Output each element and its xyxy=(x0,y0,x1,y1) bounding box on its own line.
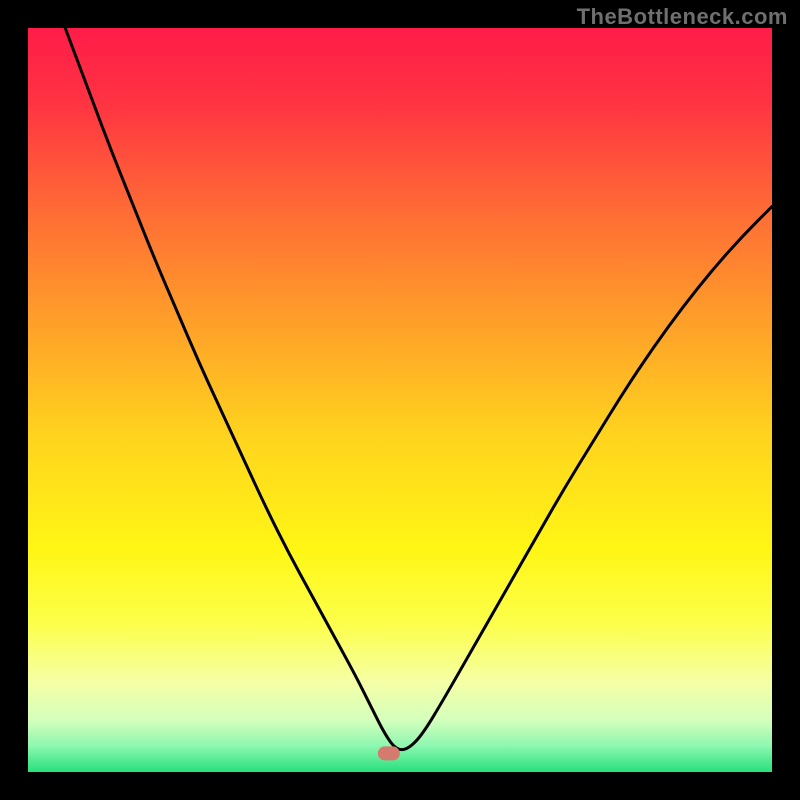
chart-svg xyxy=(28,28,772,772)
chart-frame: TheBottleneck.com xyxy=(0,0,800,800)
optimal-marker xyxy=(378,746,400,760)
bottleneck-chart xyxy=(28,28,772,772)
watermark-text: TheBottleneck.com xyxy=(577,4,788,30)
gradient-background xyxy=(28,28,772,772)
